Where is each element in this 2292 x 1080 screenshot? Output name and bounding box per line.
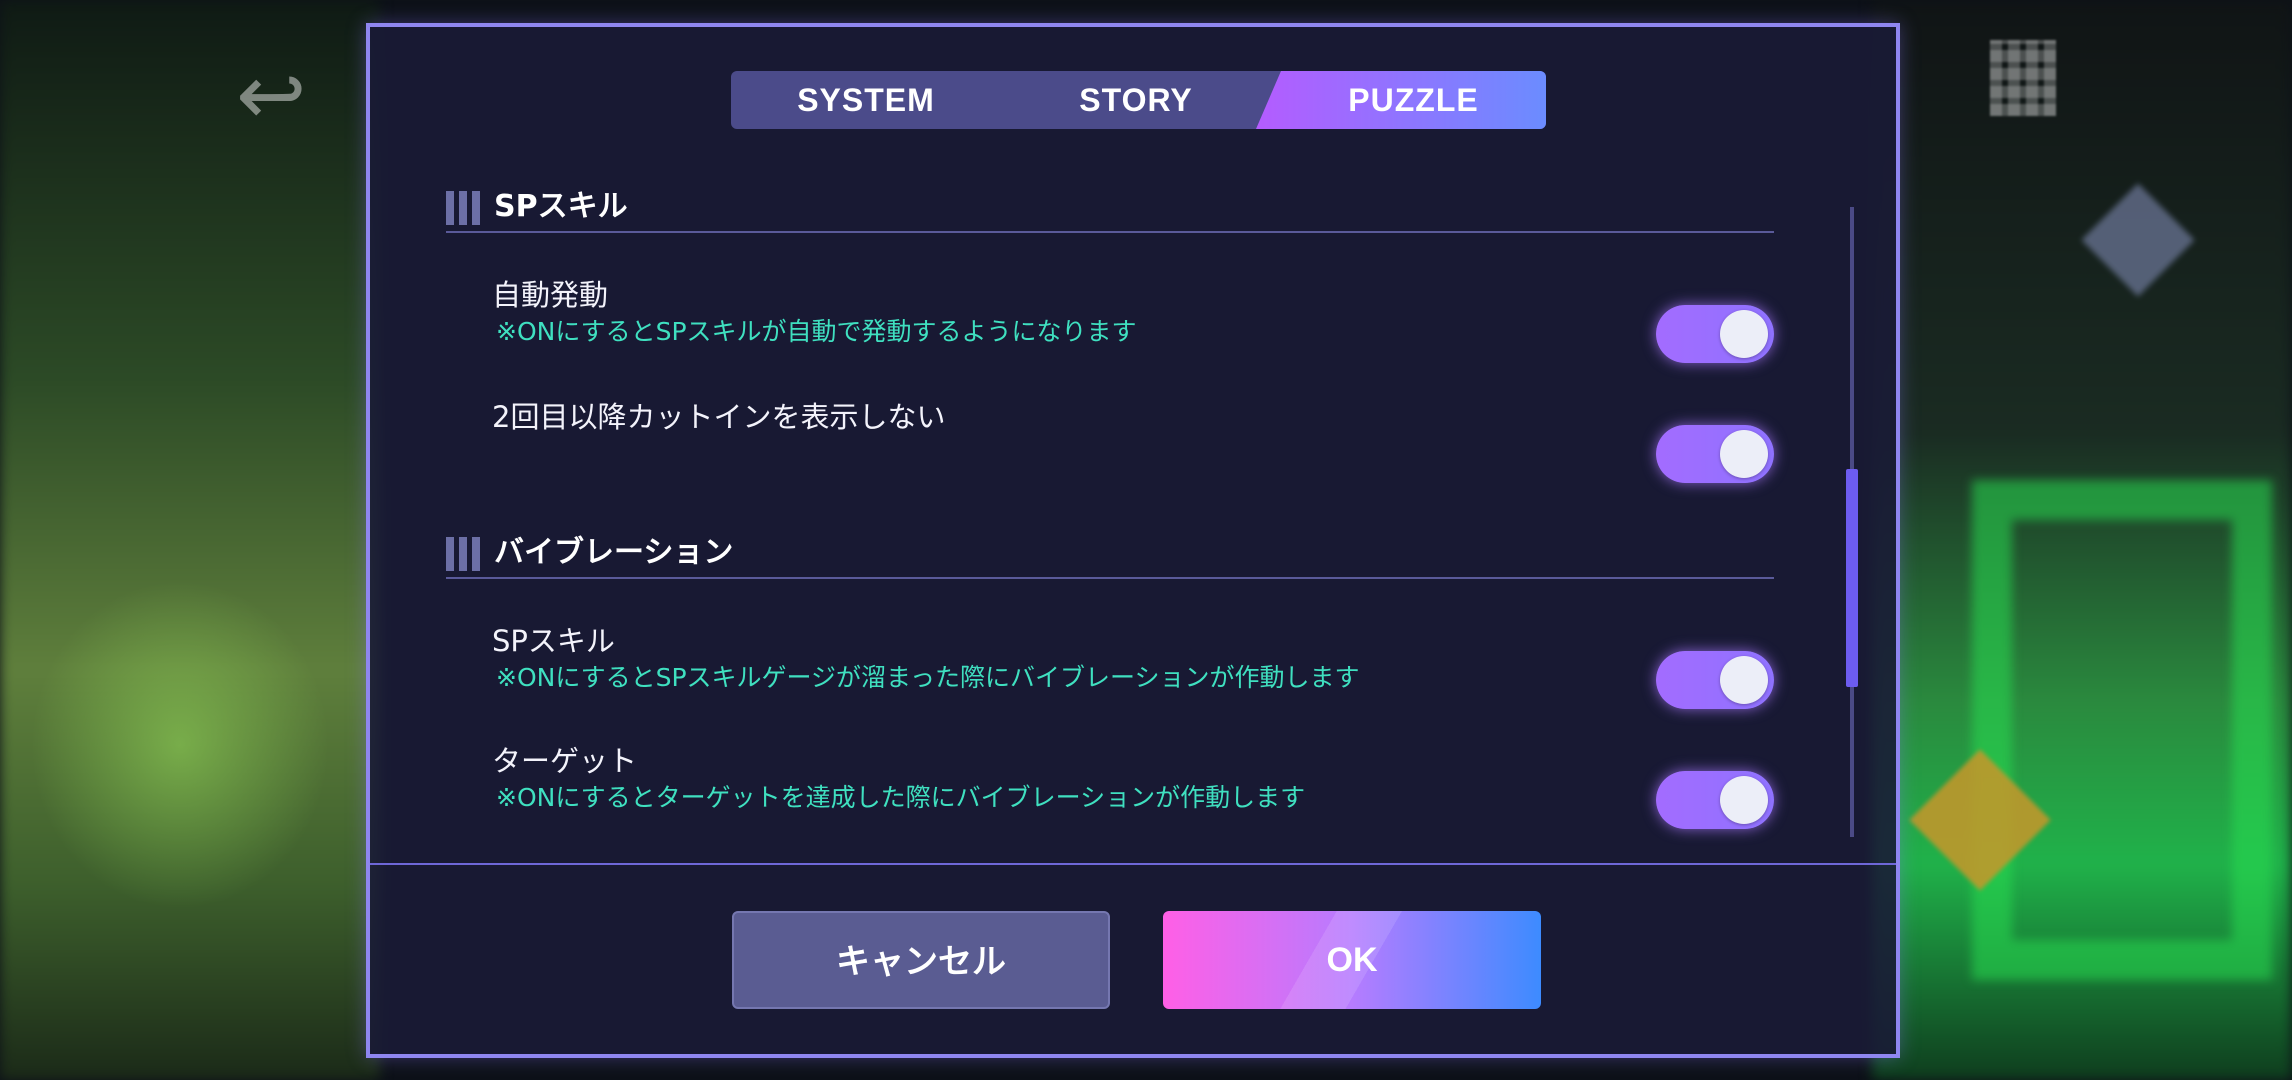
toggle-knob	[1720, 656, 1768, 704]
background-left-glow	[30, 580, 330, 910]
back-arrow-icon: ↩	[236, 46, 307, 144]
setting-description: ※ONにするとターゲットを達成した際にバイブレーションが作動します	[496, 783, 1306, 812]
setting-description: ※ONにするとSPスキルゲージが溜まった際にバイブレーションが作動します	[496, 663, 1360, 692]
hide-cutin-toggle[interactable]	[1656, 425, 1774, 483]
setting-vibration-sp-skill: SPスキル ※ONにするとSPスキルゲージが溜まった際にバイブレーションが作動し…	[492, 621, 1774, 721]
settings-dialog: SYSTEM STORY PUZZLE SPスキル 自動発動 ※ONにするとSP…	[366, 23, 1900, 1058]
tab-puzzle[interactable]: PUZZLE	[1256, 71, 1546, 129]
background-left-blur	[0, 0, 380, 1080]
section-header-sp-skill: SPスキル	[446, 187, 1774, 233]
setting-vibration-target: ターゲット ※ONにするとターゲットを達成した際にバイブレーションが作動します	[492, 741, 1774, 841]
setting-title: SPスキル	[492, 624, 615, 658]
cancel-button[interactable]: キャンセル	[732, 911, 1110, 1009]
grid-icon	[446, 191, 480, 225]
tab-system[interactable]: SYSTEM	[731, 71, 1001, 129]
background-green-frame	[1972, 480, 2272, 980]
footer-divider	[370, 863, 1896, 865]
scrollbar-thumb[interactable]	[1846, 469, 1858, 687]
setting-title: 2回目以降カットインを表示しない	[492, 400, 946, 434]
vibration-sp-skill-toggle[interactable]	[1656, 651, 1774, 709]
ok-button[interactable]: OK	[1163, 911, 1541, 1009]
grid-menu-icon	[1990, 40, 2056, 116]
tab-story[interactable]: STORY	[1001, 71, 1271, 129]
setting-auto-activate: 自動発動 ※ONにするとSPスキルが自動で発動するようになります	[492, 275, 1774, 375]
setting-title: ターゲット	[492, 744, 638, 778]
toggle-knob	[1720, 430, 1768, 478]
toggle-knob	[1720, 310, 1768, 358]
setting-title: 自動発動	[492, 278, 609, 312]
section-title: バイブレーション	[494, 535, 734, 570]
setting-hide-cutin: 2回目以降カットインを表示しない	[492, 397, 1774, 497]
section-title: SPスキル	[494, 189, 628, 224]
tab-bar: SYSTEM STORY PUZZLE	[731, 71, 1546, 129]
setting-description: ※ONにするとSPスキルが自動で発動するようになります	[496, 317, 1137, 346]
grid-icon	[446, 537, 480, 571]
auto-activate-toggle[interactable]	[1656, 305, 1774, 363]
vibration-target-toggle[interactable]	[1656, 771, 1774, 829]
section-header-vibration: バイブレーション	[446, 533, 1774, 579]
toggle-knob	[1720, 776, 1768, 824]
